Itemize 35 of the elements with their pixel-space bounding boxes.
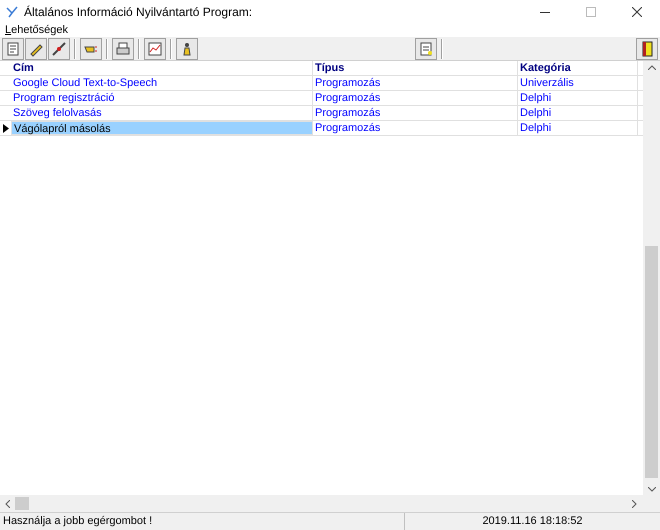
column-header[interactable]: Típus (313, 61, 518, 75)
table-cell[interactable]: Google Cloud Text-to-Speech (11, 76, 313, 90)
close-icon[interactable] (632, 7, 642, 17)
exit-door-icon[interactable] (636, 38, 658, 60)
document-icon[interactable] (2, 38, 24, 60)
status-message: Használja a jobb egérgombot ! (0, 513, 405, 530)
chart-icon[interactable] (144, 38, 166, 60)
table-cell[interactable]: Delphi (518, 121, 638, 135)
scrollbar-thumb[interactable] (645, 246, 658, 478)
status-datetime: 2019.11.16 18:18:52 (481, 514, 584, 530)
pencil-icon[interactable] (25, 38, 47, 60)
table-cell[interactable]: Programozás (313, 91, 518, 105)
column-header[interactable]: Kategória (518, 61, 638, 75)
column-header[interactable]: Cím (11, 61, 313, 75)
brush-icon[interactable] (48, 38, 70, 60)
table-cell[interactable]: Programozás (313, 106, 518, 120)
menu-item[interactable]: Lehetőségek (5, 25, 68, 36)
scroll-right-icon[interactable] (632, 500, 637, 508)
table-cell[interactable]: Szöveg felolvasás (11, 106, 313, 120)
table-cell[interactable]: Programozás (313, 121, 518, 135)
scrollbar-thumb[interactable] (15, 497, 29, 510)
table-cell[interactable]: Program regisztráció (11, 91, 313, 105)
scroll-down-icon (648, 487, 656, 492)
table-cell[interactable]: Vágólapról másolás (11, 121, 313, 135)
printer-icon[interactable] (112, 38, 134, 60)
table-cell[interactable]: Delphi (518, 91, 638, 105)
scroll-left-icon[interactable] (5, 500, 10, 508)
figure-icon[interactable] (176, 38, 198, 60)
app-icon (6, 6, 18, 18)
scroll-up-icon (648, 65, 656, 70)
table-cell[interactable]: Delphi (518, 106, 638, 120)
table-cell[interactable]: Programozás (313, 76, 518, 90)
document-icon[interactable] (415, 38, 437, 60)
table-cell[interactable]: Univerzális (518, 76, 638, 90)
window-title: Általános Információ Nyilvántartó Program: (24, 4, 252, 21)
